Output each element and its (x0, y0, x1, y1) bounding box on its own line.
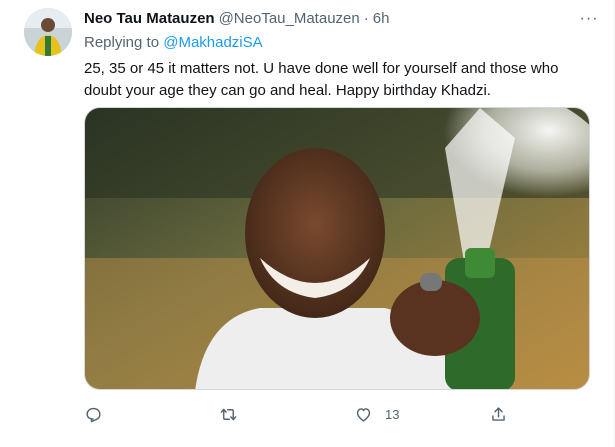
photo-image (85, 108, 589, 389)
tweet-text: 25, 35 or 45 it matters not. U have done… (84, 60, 559, 99)
share-icon (492, 406, 505, 421)
replying-mention-link[interactable]: @MakhadziSA (163, 34, 262, 51)
like-button[interactable]: 13 (354, 405, 399, 424)
retweet-icon (220, 408, 237, 420)
tweet-actions: 13 (84, 398, 514, 430)
more-options-button[interactable]: ··· (578, 8, 600, 30)
tweet-body: Neo Tau Matauzen @NeoTau_Matauzen · 6h R… (84, 8, 598, 102)
avatar-image (24, 8, 72, 56)
reply-button[interactable] (84, 405, 103, 424)
retweet-button[interactable] (219, 405, 238, 424)
reply-icon (86, 407, 101, 422)
replying-to: Replying to @MakhadziSA (84, 33, 598, 53)
tweet-photo[interactable] (84, 107, 590, 390)
display-name[interactable]: Neo Tau Matauzen (84, 8, 215, 30)
tweet-timestamp[interactable]: 6h (373, 8, 390, 30)
tweet-header: Neo Tau Matauzen @NeoTau_Matauzen · 6h (84, 8, 598, 30)
heart-icon (356, 407, 371, 422)
tweet[interactable]: Neo Tau Matauzen @NeoTau_Matauzen · 6h R… (0, 0, 615, 447)
separator-dot: · (363, 10, 369, 27)
like-count: 13 (385, 406, 400, 422)
more-icon: ··· (579, 10, 599, 27)
user-handle[interactable]: @NeoTau_Matauzen (219, 8, 360, 30)
avatar[interactable] (24, 8, 72, 56)
share-button[interactable] (489, 405, 508, 424)
replying-prefix: Replying to (84, 34, 164, 51)
